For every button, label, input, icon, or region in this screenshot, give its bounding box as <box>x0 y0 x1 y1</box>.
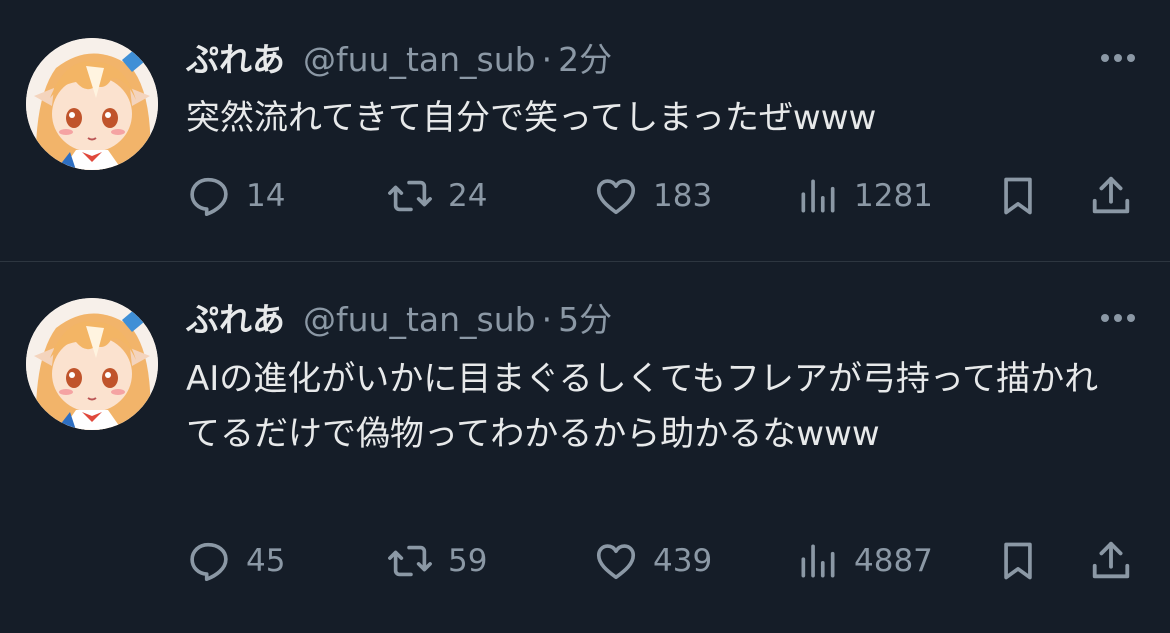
like-count: 183 <box>653 178 713 214</box>
bookmark-icon <box>1004 542 1032 580</box>
like-button[interactable]: 439 <box>593 538 796 584</box>
display-name[interactable]: ぷれあ <box>186 298 285 342</box>
reply-icon <box>190 542 228 582</box>
retweet-button[interactable]: 59 <box>386 538 593 584</box>
bookmark-icon <box>1004 177 1032 215</box>
tweet-text: 突然流れてきて自分で笑ってしまったぜwww <box>186 98 877 138</box>
share-button[interactable] <box>1088 537 1134 585</box>
retweet-button[interactable]: 24 <box>386 173 593 219</box>
more-icon <box>1101 54 1135 62</box>
heart-icon <box>596 179 636 215</box>
views-button[interactable]: 1281 <box>796 173 996 219</box>
share-button[interactable] <box>1088 172 1134 220</box>
separator-dot: · <box>541 40 553 79</box>
timestamp[interactable]: 2分 <box>558 38 612 82</box>
share-icon <box>1092 176 1130 214</box>
tweet-text: AIの進化がいかに目まぐるしくてもフレアが弓持って描かれてるだけで偽物ってわかる… <box>186 359 1099 454</box>
heart-icon <box>596 544 636 580</box>
avatar[interactable] <box>26 38 158 170</box>
avatar[interactable] <box>26 298 158 430</box>
share-icon <box>1092 541 1130 579</box>
tweet-header: ぷれあ @fuu_tan_sub · 5分 <box>186 298 1060 342</box>
retweet-count: 24 <box>448 178 488 214</box>
action-bar: 14 24 183 1281 <box>186 168 1136 224</box>
bookmark-button[interactable] <box>996 172 1088 220</box>
avatar-illustration <box>26 298 158 430</box>
views-button[interactable]: 4887 <box>796 538 996 584</box>
bookmark-button[interactable] <box>996 537 1088 585</box>
user-handle[interactable]: @fuu_tan_sub <box>303 298 536 342</box>
retweet-icon <box>388 545 432 577</box>
like-count: 439 <box>653 543 713 579</box>
view-count: 1281 <box>854 178 933 214</box>
separator-dot: · <box>541 300 553 339</box>
tweet[interactable]: ぷれあ @fuu_tan_sub · 5分 AIの進化がいかに目まぐるしくてもフ… <box>0 262 1170 633</box>
reply-count: 14 <box>246 178 286 214</box>
tweet[interactable]: ぷれあ @fuu_tan_sub · 2分 突然流れてきて自分で笑ってしまったぜ… <box>0 0 1170 262</box>
user-handle[interactable]: @fuu_tan_sub <box>303 38 536 82</box>
timestamp[interactable]: 5分 <box>558 298 612 342</box>
more-options-button[interactable] <box>1096 296 1140 340</box>
retweet-icon <box>388 180 432 212</box>
avatar-illustration <box>26 38 158 170</box>
views-icon <box>801 179 835 213</box>
reply-button[interactable]: 45 <box>186 538 386 584</box>
display-name[interactable]: ぷれあ <box>186 38 285 82</box>
action-bar: 45 59 439 4887 <box>186 533 1136 589</box>
views-icon <box>801 544 835 578</box>
view-count: 4887 <box>854 543 933 579</box>
reply-count: 45 <box>246 543 286 579</box>
retweet-count: 59 <box>448 543 488 579</box>
more-icon <box>1101 314 1135 322</box>
reply-icon <box>190 177 228 217</box>
like-button[interactable]: 183 <box>593 173 796 219</box>
more-options-button[interactable] <box>1096 36 1140 80</box>
reply-button[interactable]: 14 <box>186 173 386 219</box>
tweet-header: ぷれあ @fuu_tan_sub · 2分 <box>186 38 1060 82</box>
